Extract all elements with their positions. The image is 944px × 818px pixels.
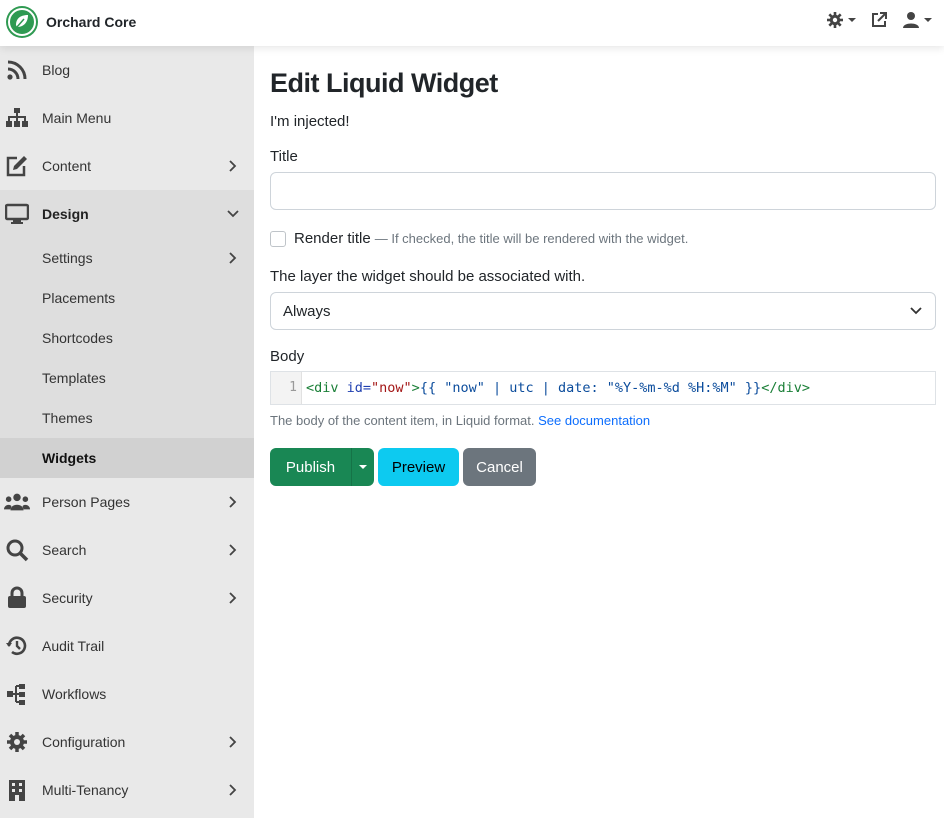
sidebar-item-label: Multi-Tenancy [42, 782, 129, 798]
sidebar-item-multi-tenancy[interactable]: Multi-Tenancy [0, 766, 254, 814]
sidebar-item-main-menu[interactable]: Main Menu [0, 94, 254, 142]
body-label: Body [270, 348, 305, 365]
code-liquid: {{ "now" | utc | date: "%Y-%m-%d %H:%M" … [419, 380, 762, 396]
sidebar-item-workflows[interactable]: Workflows [0, 670, 254, 718]
sidebar-item-label: Search [42, 542, 87, 558]
caret-down-icon [848, 18, 856, 22]
sidebar-item-search[interactable]: Search [0, 526, 254, 574]
sidebar-item-label: Blog [42, 62, 71, 78]
gear-icon [827, 12, 843, 28]
sidebar-item-label: Design [42, 206, 89, 222]
sidebar-subitem-label: Placements [42, 290, 116, 306]
sidebar-item-blog[interactable]: Blog [0, 46, 254, 94]
chevron-down-icon [910, 307, 922, 315]
code-line[interactable]: <div id="now">{{ "now" | utc | date: "%Y… [302, 372, 810, 404]
brand[interactable]: Orchard Core [6, 6, 136, 38]
sidebar-item-label: Content [42, 158, 92, 174]
sidebar-item-audit-trail[interactable]: Audit Trail [0, 622, 254, 670]
sitemap-icon [4, 105, 30, 131]
rss-icon [4, 57, 30, 83]
sidebar-item-label: Security [42, 590, 93, 606]
external-link-icon [872, 12, 887, 27]
sidebar-item-label: Main Menu [42, 110, 112, 126]
chevron-right-icon [229, 160, 237, 172]
sidebar-item-label: Person Pages [42, 494, 130, 510]
action-buttons: Publish Preview Cancel [270, 448, 936, 486]
code-attr: id= [338, 380, 372, 396]
lock-icon [4, 585, 30, 611]
line-number: 1 [271, 372, 302, 404]
sidebar-subitem-themes[interactable]: Themes [0, 398, 254, 438]
sidebar-subitem-placements[interactable]: Placements [0, 278, 254, 318]
sidebar-item-label: Workflows [42, 686, 107, 702]
code-attr-value: "now" [371, 380, 412, 396]
sidebar-subitem-shortcodes[interactable]: Shortcodes [0, 318, 254, 358]
theme-toggle-button[interactable] [826, 11, 856, 29]
render-title-checkbox[interactable] [270, 230, 286, 247]
sidebar-item-content[interactable]: Content [0, 142, 254, 190]
brand-name: Orchard Core [46, 14, 137, 30]
chevron-down-icon [227, 210, 239, 218]
sidebar-item-security[interactable]: Security [0, 574, 254, 622]
sidebar-subitem-settings[interactable]: Settings [0, 238, 254, 278]
chevron-right-icon [229, 784, 237, 796]
sidebar-item-configuration[interactable]: Configuration [0, 718, 254, 766]
user-icon [903, 12, 919, 28]
body-help: The body of the content item, in Liquid … [270, 413, 936, 428]
history-icon [4, 633, 30, 659]
layer-select[interactable]: Always [270, 292, 936, 330]
page-title: Edit Liquid Widget [270, 68, 498, 98]
sidebar: Blog Main Menu Content Design Settings P… [0, 46, 254, 818]
preview-button[interactable]: Preview [378, 448, 459, 486]
publish-dropdown-toggle[interactable] [351, 448, 374, 486]
layer-label: The layer the widget should be associate… [270, 268, 586, 285]
render-title-row: Render title — If checked, the title wil… [270, 230, 936, 247]
user-menu-button[interactable] [902, 11, 932, 29]
code-close-bracket: > [411, 380, 420, 396]
publish-button[interactable]: Publish [270, 448, 351, 486]
title-label: Title [270, 148, 298, 165]
edit-icon [4, 153, 30, 179]
sidebar-subitem-templates[interactable]: Templates [0, 358, 254, 398]
orchard-logo-icon [6, 6, 38, 38]
sidebar-item-label: Configuration [42, 734, 126, 750]
caret-down-icon [359, 465, 367, 469]
sidebar-subitem-widgets[interactable]: Widgets [0, 438, 254, 478]
visit-site-button[interactable] [870, 11, 888, 29]
title-input[interactable] [270, 172, 936, 210]
workflow-icon [4, 681, 30, 707]
chevron-right-icon [229, 252, 237, 264]
search-icon [4, 537, 30, 563]
see-documentation-link[interactable]: See documentation [538, 413, 650, 428]
sidebar-item-design[interactable]: Design [0, 190, 254, 238]
cancel-button[interactable]: Cancel [463, 448, 536, 486]
desktop-icon [4, 201, 30, 227]
sidebar-subitem-label: Settings [42, 250, 93, 266]
sidebar-subitem-label: Widgets [42, 450, 97, 466]
code-end-tag: </div> [761, 380, 810, 396]
sidebar-subitem-label: Shortcodes [42, 330, 113, 346]
body-help-text: The body of the content item, in Liquid … [270, 413, 535, 428]
cog-icon [4, 729, 30, 755]
code-open-tag: <div [306, 380, 339, 396]
body-code-editor[interactable]: 1 <div id="now">{{ "now" | utc | date: "… [270, 371, 936, 405]
users-icon [4, 489, 30, 515]
injected-text: I'm injected! [270, 113, 350, 130]
sidebar-subitem-label: Templates [42, 370, 106, 386]
sidebar-item-label: Audit Trail [42, 638, 105, 654]
chevron-right-icon [229, 544, 237, 556]
chevron-right-icon [229, 592, 237, 604]
render-title-label[interactable]: Render title [294, 230, 371, 247]
render-title-hint: — If checked, the title will be rendered… [374, 231, 689, 246]
caret-down-icon [924, 18, 932, 22]
top-navbar: Orchard Core [0, 0, 944, 46]
layer-select-value: Always [283, 302, 331, 320]
chevron-right-icon [229, 736, 237, 748]
sidebar-subitem-label: Themes [42, 410, 93, 426]
sidebar-item-person-pages[interactable]: Person Pages [0, 478, 254, 526]
building-icon [4, 777, 30, 803]
main-content: Edit Liquid Widget I'm injected! Title R… [270, 46, 936, 486]
chevron-right-icon [229, 496, 237, 508]
